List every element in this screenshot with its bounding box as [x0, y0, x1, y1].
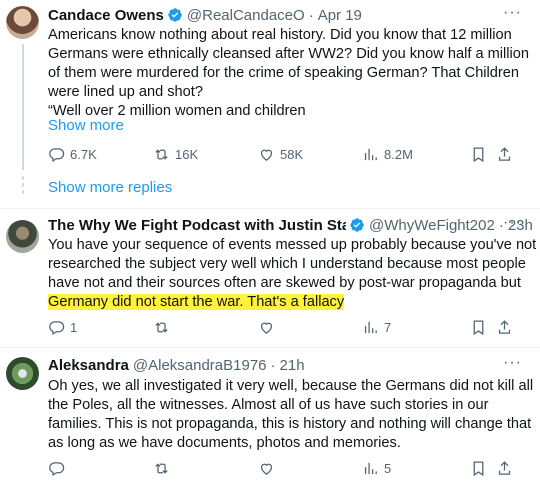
author-name[interactable]: Aleksandra: [48, 357, 129, 374]
divider: [0, 347, 540, 348]
like-button[interactable]: [258, 460, 280, 477]
share-button[interactable]: [496, 319, 518, 336]
share-icon: [498, 147, 511, 161]
more-options-icon[interactable]: ···: [503, 354, 522, 372]
bookmark-button[interactable]: [470, 146, 492, 163]
heart-icon: [260, 463, 273, 475]
divider: [0, 208, 540, 209]
more-options-icon[interactable]: ···: [503, 214, 522, 232]
action-bar: 6.7K 16K 58K 8.2M: [48, 146, 518, 166]
tweet-line: of them were murdered for the crime of s…: [48, 65, 520, 81]
tweet-line: families. This is not propaganda, this i…: [48, 416, 532, 432]
reply-button[interactable]: [48, 460, 70, 477]
tweet-header: The Why We Fight Podcast with Justin Sta…: [48, 215, 533, 235]
bookmark-button[interactable]: [470, 460, 492, 477]
author-handle[interactable]: @WhyWeFight202: [369, 217, 495, 234]
repost-icon: [155, 463, 168, 474]
show-more-replies-link[interactable]: Show more replies: [48, 179, 172, 196]
views-count: 5: [384, 461, 392, 476]
tweet-line: the Poles, all the witnesses. Almost all…: [48, 397, 489, 413]
verified-badge-icon: [167, 7, 183, 23]
tweet-line: were lined up and shot?: [48, 84, 203, 100]
thread-dot: [22, 183, 24, 187]
tweet-text: Oh yes, we all investigated it very well…: [48, 377, 534, 453]
share-button[interactable]: [496, 460, 518, 477]
tweet-header: Candace Owens @RealCandaceO · Apr 19: [48, 5, 362, 25]
bookmark-icon: [473, 320, 484, 336]
heart-icon: [260, 149, 273, 161]
views-chart-icon: [364, 462, 377, 475]
separator-dot: ·: [270, 356, 276, 374]
share-icon: [498, 461, 511, 475]
tweet-line: Americans know nothing about real histor…: [48, 27, 512, 43]
views-button[interactable]: 8.2M: [362, 146, 413, 163]
heart-icon: [260, 322, 273, 334]
timestamp[interactable]: Apr 19: [318, 7, 362, 24]
avatar[interactable]: [6, 357, 39, 390]
reply-icon: [49, 148, 65, 163]
repost-button[interactable]: 16K: [153, 146, 198, 163]
highlighted-text: Germany did not start the war. That's a …: [48, 294, 345, 310]
repost-button[interactable]: [153, 319, 175, 336]
tweet-text: Americans know nothing about real histor…: [48, 26, 529, 121]
avatar[interactable]: [6, 220, 39, 253]
reply-count: 6.7K: [70, 147, 97, 162]
views-count: 8.2M: [384, 147, 413, 162]
repost-button[interactable]: [153, 460, 175, 477]
reply-button[interactable]: 1: [48, 319, 77, 336]
thread-dot: [22, 176, 24, 180]
more-options-icon[interactable]: ···: [503, 4, 522, 22]
views-button[interactable]: 7: [362, 319, 391, 336]
author-handle[interactable]: @RealCandaceO: [187, 7, 305, 24]
tweet-line: researched the subject very well which I…: [48, 256, 526, 272]
share-icon: [498, 320, 511, 334]
separator-dot: ·: [308, 6, 314, 24]
repost-icon: [155, 322, 168, 333]
author-handle[interactable]: @AleksandraB1976: [133, 357, 267, 374]
thread-dot: [22, 190, 24, 194]
repost-icon: [155, 149, 168, 160]
repost-count: 16K: [175, 147, 199, 162]
thread-line: [22, 44, 24, 170]
bookmark-icon: [473, 461, 484, 477]
reply-icon: [49, 321, 65, 336]
like-button[interactable]: 58K: [258, 146, 303, 163]
bookmark-icon: [473, 147, 484, 163]
tweet-line: as long as we have documents, photos and…: [48, 435, 401, 451]
avatar[interactable]: [6, 6, 39, 39]
bookmark-button[interactable]: [470, 319, 492, 336]
reply-icon: [49, 462, 65, 477]
views-count: 7: [384, 320, 392, 335]
reply-count: 1: [70, 320, 78, 335]
like-count: 58K: [280, 147, 304, 162]
timestamp[interactable]: 21h: [280, 357, 305, 374]
action-bar: 5: [48, 460, 518, 480]
reply-button[interactable]: 6.7K: [48, 146, 97, 163]
action-bar: 1 7: [48, 319, 518, 339]
show-more-link[interactable]: Show more: [48, 117, 124, 134]
tweet-line: Oh yes, we all investigated it very well…: [48, 378, 534, 394]
author-name[interactable]: Candace Owens: [48, 7, 164, 24]
tweet-header: Aleksandra @AleksandraB1976 · 21h: [48, 355, 305, 375]
author-name[interactable]: The Why We Fight Podcast with Justin Sta…: [48, 217, 346, 234]
tweet-text: You have your sequence of events messed …: [48, 236, 537, 312]
tweet-line: have not and their sources often are ske…: [48, 275, 521, 291]
verified-badge-icon: [349, 217, 365, 233]
share-button[interactable]: [496, 146, 518, 163]
tweet-line: Germans were ethnically cleansed after W…: [48, 46, 529, 62]
like-button[interactable]: [258, 319, 280, 336]
views-chart-icon: [364, 321, 377, 334]
tweet-line: You have your sequence of events messed …: [48, 237, 537, 253]
views-button[interactable]: 5: [362, 460, 391, 477]
views-chart-icon: [364, 148, 377, 161]
